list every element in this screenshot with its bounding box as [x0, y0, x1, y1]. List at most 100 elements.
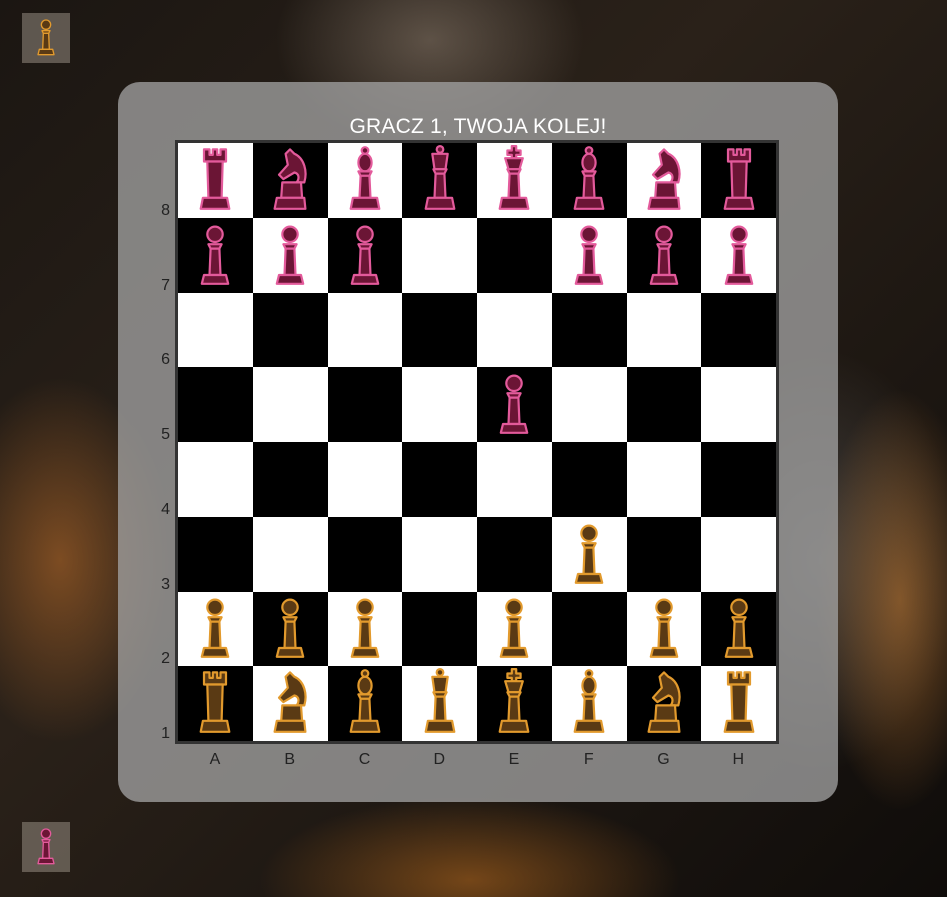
player1-rook-icon[interactable]: [717, 667, 761, 740]
player1-pawn-icon[interactable]: [268, 592, 312, 665]
player2-pawn-icon[interactable]: [567, 219, 611, 292]
square-h4[interactable]: [701, 442, 776, 517]
player1-pawn-icon[interactable]: [642, 592, 686, 665]
square-a4[interactable]: [178, 442, 253, 517]
square-d5[interactable]: [402, 367, 477, 442]
square-b6[interactable]: [252, 292, 328, 368]
square-e7[interactable]: [477, 217, 552, 293]
square-c3[interactable]: [327, 516, 403, 592]
square-a1[interactable]: [178, 666, 253, 741]
square-e3[interactable]: [477, 516, 552, 592]
square-b5[interactable]: [252, 367, 328, 442]
file-label: B: [284, 751, 296, 768]
player1-knight-icon[interactable]: [642, 667, 686, 740]
square-f3[interactable]: [551, 516, 627, 592]
square-f5[interactable]: [551, 367, 627, 442]
player2-queen-icon[interactable]: [418, 144, 462, 217]
rank-label: 3: [161, 575, 170, 593]
player2-bishop-icon[interactable]: [343, 144, 387, 217]
square-h2[interactable]: [701, 591, 776, 667]
square-f1[interactable]: [551, 666, 627, 741]
square-a3[interactable]: [178, 516, 253, 592]
square-g5[interactable]: [626, 367, 702, 442]
square-g2[interactable]: [626, 591, 702, 667]
square-e1[interactable]: [477, 666, 552, 741]
file-label: F: [583, 751, 594, 768]
square-f8[interactable]: [551, 143, 627, 218]
player1-pawn-icon[interactable]: [492, 592, 536, 665]
player2-pawn-icon[interactable]: [492, 368, 536, 441]
square-c8[interactable]: [327, 143, 403, 218]
square-d3[interactable]: [402, 516, 477, 592]
square-g7[interactable]: [626, 217, 702, 293]
square-c4[interactable]: [327, 442, 403, 517]
square-b8[interactable]: [252, 143, 328, 218]
square-a6[interactable]: [178, 292, 253, 368]
player2-pawn-icon[interactable]: [193, 219, 237, 292]
rank-label: 4: [161, 500, 170, 518]
square-e2[interactable]: [477, 591, 552, 667]
player2-rook-icon[interactable]: [717, 144, 761, 217]
square-c2[interactable]: [327, 591, 403, 667]
pawn-icon: [30, 16, 62, 61]
player2-pawn-icon[interactable]: [343, 219, 387, 292]
square-h1[interactable]: [701, 666, 776, 741]
square-h5[interactable]: [701, 367, 776, 442]
player2-knight-icon[interactable]: [642, 144, 686, 217]
player2-rook-icon[interactable]: [193, 144, 237, 217]
square-g8[interactable]: [626, 143, 702, 218]
square-g3[interactable]: [626, 516, 702, 592]
square-d6[interactable]: [402, 292, 477, 368]
file-label: H: [732, 751, 745, 768]
square-c5[interactable]: [327, 367, 403, 442]
square-g1[interactable]: [626, 666, 702, 741]
player1-bishop-icon[interactable]: [567, 667, 611, 740]
player2-knight-icon[interactable]: [268, 144, 312, 217]
square-g6[interactable]: [626, 292, 702, 368]
square-d8[interactable]: [402, 143, 477, 218]
square-b3[interactable]: [252, 516, 328, 592]
player1-king-icon[interactable]: [492, 667, 536, 740]
square-e5[interactable]: [477, 367, 552, 442]
player2-king-icon[interactable]: [492, 144, 536, 217]
square-f7[interactable]: [551, 217, 627, 293]
player1-queen-icon[interactable]: [418, 667, 462, 740]
square-a7[interactable]: [178, 217, 253, 293]
square-d2[interactable]: [402, 591, 477, 667]
player2-pawn-icon[interactable]: [642, 219, 686, 292]
square-e6[interactable]: [477, 292, 552, 368]
square-h8[interactable]: [701, 143, 776, 218]
square-c6[interactable]: [327, 292, 403, 368]
square-h3[interactable]: [701, 516, 776, 592]
player1-pawn-icon[interactable]: [343, 592, 387, 665]
square-d7[interactable]: [402, 217, 477, 293]
player1-bishop-icon[interactable]: [343, 667, 387, 740]
square-h7[interactable]: [701, 217, 776, 293]
square-d4[interactable]: [402, 442, 477, 517]
square-a2[interactable]: [178, 591, 253, 667]
player2-pawn-icon[interactable]: [717, 219, 761, 292]
square-b4[interactable]: [252, 442, 328, 517]
square-c1[interactable]: [327, 666, 403, 741]
square-a5[interactable]: [178, 367, 253, 442]
player1-pawn-icon[interactable]: [193, 592, 237, 665]
square-g4[interactable]: [626, 442, 702, 517]
player1-rook-icon[interactable]: [193, 667, 237, 740]
player2-pawn-icon[interactable]: [268, 219, 312, 292]
square-b1[interactable]: [252, 666, 328, 741]
square-f4[interactable]: [551, 442, 627, 517]
square-c7[interactable]: [327, 217, 403, 293]
square-b7[interactable]: [252, 217, 328, 293]
square-f2[interactable]: [551, 591, 627, 667]
square-d1[interactable]: [402, 666, 477, 741]
player1-pawn-icon[interactable]: [717, 592, 761, 665]
square-e4[interactable]: [477, 442, 552, 517]
player1-knight-icon[interactable]: [268, 667, 312, 740]
square-a8[interactable]: [178, 143, 253, 218]
player2-bishop-icon[interactable]: [567, 144, 611, 217]
square-f6[interactable]: [551, 292, 627, 368]
square-e8[interactable]: [477, 143, 552, 218]
square-h6[interactable]: [701, 292, 776, 368]
player1-pawn-icon[interactable]: [567, 518, 611, 591]
square-b2[interactable]: [252, 591, 328, 667]
